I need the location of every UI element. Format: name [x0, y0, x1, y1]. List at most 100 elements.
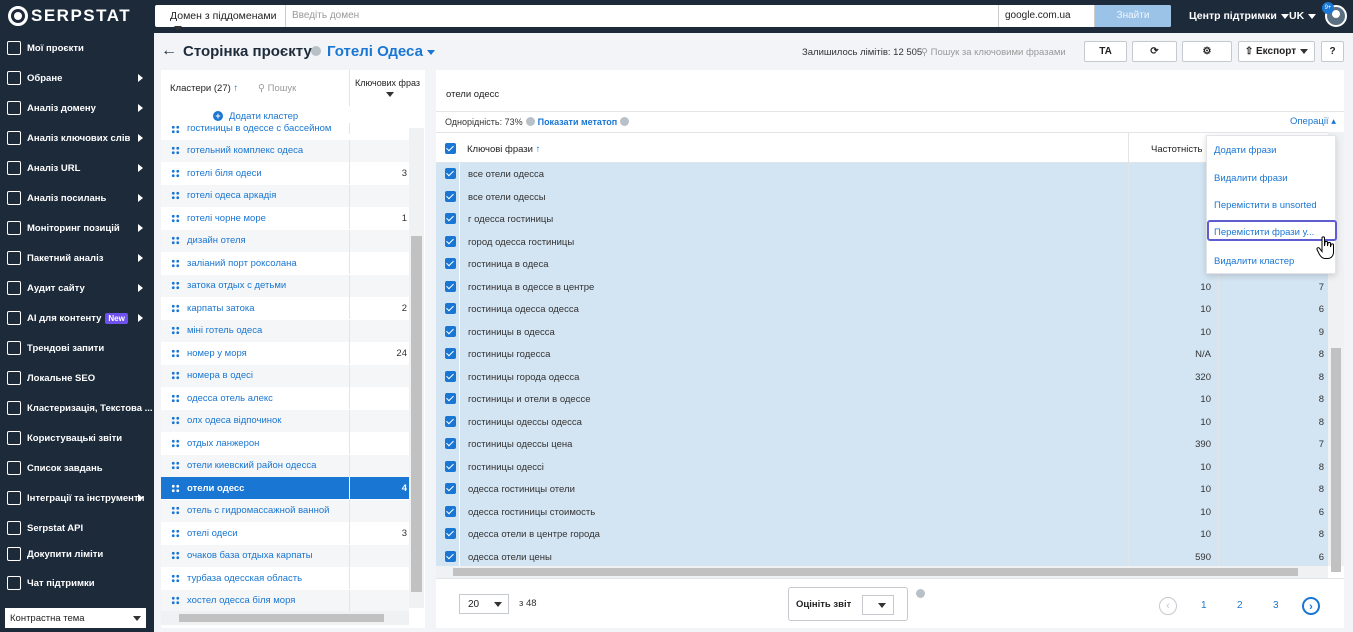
row-checkbox[interactable] [445, 325, 456, 337]
operations-menu[interactable]: Операції ▴ [1290, 116, 1336, 127]
keyword-search-input[interactable]: ⚲ Пошук за ключовими фразами [921, 47, 1066, 58]
cluster-row[interactable]: затока отдых с детьми [161, 274, 409, 297]
sidebar-item[interactable]: Докупити ліміти [0, 540, 154, 568]
cluster-row[interactable]: отелі одеси 3 [161, 522, 409, 544]
table-row[interactable]: одесса отели цены 590 6 [436, 545, 1328, 566]
row-checkbox[interactable] [445, 303, 456, 314]
scrollbar-thumb[interactable] [411, 236, 422, 592]
select-all-checkbox[interactable] [445, 143, 456, 154]
sidebar-item[interactable]: Обране [0, 64, 154, 92]
help-button[interactable]: ? [1321, 41, 1344, 62]
export-button[interactable]: ⇧ Експорт [1238, 41, 1315, 62]
support-center-menu[interactable]: Центр підтримки [1189, 10, 1289, 22]
sidebar-item[interactable]: Пакетний аналіз [0, 244, 154, 272]
sidebar-item[interactable]: Кластеризація, Текстова ... [0, 394, 154, 422]
table-row[interactable]: гостиницы города одесса 320 8 [436, 365, 1328, 388]
page-3[interactable]: 3 [1273, 600, 1279, 611]
menu-item-move-unsorted[interactable]: Перемістити в unsorted [1214, 200, 1338, 211]
table-row[interactable]: одесса гостиницы отели 10 8 [436, 478, 1328, 501]
scrollbar-thumb[interactable] [179, 614, 384, 622]
scrollbar-thumb[interactable] [453, 568, 1298, 576]
sidebar-item[interactable]: Аналіз посилань [0, 184, 154, 212]
cluster-search-input[interactable]: ⚲ Пошук [258, 83, 296, 94]
row-checkbox[interactable] [445, 280, 456, 292]
cluster-row[interactable]: готелі чорне море 1 [161, 207, 409, 229]
cluster-row[interactable]: карпаты затока 2 [161, 297, 409, 319]
table-row[interactable]: гостиницы одессі 10 8 [436, 455, 1328, 478]
cluster-row[interactable]: отели одесс 4 [161, 477, 409, 499]
row-checkbox[interactable] [445, 393, 456, 404]
cluster-row[interactable]: заліаний порт роксолана [161, 252, 409, 274]
table-row[interactable]: г одесса гостиницы1 [436, 208, 1328, 231]
sidebar-item[interactable]: Трендові запити [0, 334, 154, 362]
cluster-row[interactable]: отели киевский район одесса [161, 454, 409, 477]
next-page-button[interactable]: › [1302, 597, 1320, 615]
cluster-row[interactable]: готельний комплекс одеса [161, 139, 409, 162]
table-row[interactable]: гостиницы годесса N/A 8 [436, 343, 1328, 366]
table-row[interactable]: гостиницы одессы цена 390 7 [436, 433, 1328, 456]
page-1[interactable]: 1 [1201, 600, 1207, 611]
show-metatop-link[interactable]: Показати метатоп [538, 117, 618, 127]
cluster-row[interactable]: отдых ланжерон [161, 432, 409, 454]
ta-button[interactable]: TA [1084, 41, 1127, 62]
info-icon[interactable] [620, 117, 630, 126]
row-checkbox[interactable] [445, 370, 456, 382]
info-icon[interactable] [525, 117, 535, 126]
menu-item-add-phrases[interactable]: Додати фрази [1214, 145, 1338, 156]
row-checkbox[interactable] [445, 235, 456, 247]
prev-page-button[interactable]: ‹ [1159, 597, 1177, 615]
cluster-row[interactable]: дизайн отеля [161, 229, 409, 252]
cluster-row[interactable]: очаков база отдыха карпаты [161, 544, 409, 567]
table-row[interactable]: все отели одессы1 [436, 185, 1328, 208]
project-select[interactable]: Готелі Одеса [327, 43, 435, 60]
cluster-row[interactable]: номер у моря 24 [161, 342, 409, 364]
table-row[interactable]: все отели одесса1 [436, 163, 1328, 186]
cluster-row[interactable]: готелі одеса аркадія [161, 184, 409, 207]
info-icon[interactable] [916, 589, 925, 598]
sidebar-item[interactable]: Чат підтримки [0, 569, 154, 597]
row-checkbox[interactable] [445, 415, 456, 427]
table-row[interactable]: одесса отели в центре города 10 8 [436, 523, 1328, 546]
search-button[interactable]: Знайти [1095, 5, 1171, 27]
sidebar-item[interactable]: Користувацькі звіти [0, 424, 154, 452]
row-checkbox[interactable] [445, 438, 456, 449]
settings-button[interactable]: ⚙ [1182, 41, 1232, 62]
sidebar-item[interactable]: Мої проєкти [0, 34, 154, 62]
add-cluster-button[interactable]: Додати кластер [213, 111, 298, 122]
scrollbar-thumb[interactable] [1331, 348, 1341, 572]
table-row[interactable]: одесса гостиницы стоимость 10 6 [436, 500, 1328, 523]
cluster-row[interactable]: одесса отель алекс [161, 387, 409, 409]
sidebar-item[interactable]: Аналіз URL [0, 154, 154, 182]
language-menu[interactable]: UK [1289, 10, 1317, 22]
theme-select[interactable]: Контрастна тема [5, 608, 146, 628]
column-header-keyword-count[interactable]: Ключових фраз [349, 70, 425, 106]
cluster-row[interactable]: номера в одесі [161, 364, 409, 387]
sidebar-item[interactable]: AI для контенту New [0, 304, 154, 332]
search-scope-select[interactable]: Домен з піддоменами [155, 5, 286, 31]
info-icon[interactable] [311, 46, 321, 56]
sidebar-item[interactable]: Аналіз ключових слів [0, 124, 154, 152]
serpstat-logo[interactable]: SERPSTAT [8, 6, 131, 26]
table-row[interactable]: город одесса гостиницы1 [436, 230, 1328, 253]
back-arrow-icon[interactable]: ← [161, 42, 177, 60]
cluster-row[interactable]: міні готель одеса [161, 319, 409, 342]
row-checkbox[interactable] [445, 258, 456, 269]
refresh-button[interactable]: ⟳ [1132, 41, 1177, 62]
rate-report-select[interactable] [862, 595, 894, 615]
clusters-title[interactable]: Кластери (27) ↑ [170, 83, 238, 94]
cluster-row[interactable]: турбаза одесская область [161, 567, 409, 589]
row-checkbox[interactable] [445, 348, 456, 359]
table-row[interactable]: гостиницы в одесса 10 9 [436, 320, 1328, 343]
table-row[interactable]: гостиница в одеса1 [436, 253, 1328, 276]
table-row[interactable]: гостиница одесса одесса 10 6 [436, 298, 1328, 321]
table-row[interactable]: гостиницы и отели в одессе 10 8 [436, 388, 1328, 411]
database-select[interactable]: google.com.ua [998, 5, 1095, 27]
sidebar-item[interactable]: Список завдань [0, 454, 154, 482]
cluster-row[interactable]: олх одеса відпочинок [161, 409, 409, 432]
sidebar-item[interactable]: Serpstat API [0, 514, 154, 542]
sidebar-item[interactable]: Локальне SEO [0, 364, 154, 392]
sidebar-item[interactable]: Інтеграції та інструменти [0, 484, 154, 512]
row-checkbox[interactable] [445, 528, 456, 539]
cluster-row[interactable]: готелі біля одеси 3 [161, 162, 409, 184]
cluster-row[interactable]: гостиницы в одессе с бассейном [161, 123, 409, 134]
